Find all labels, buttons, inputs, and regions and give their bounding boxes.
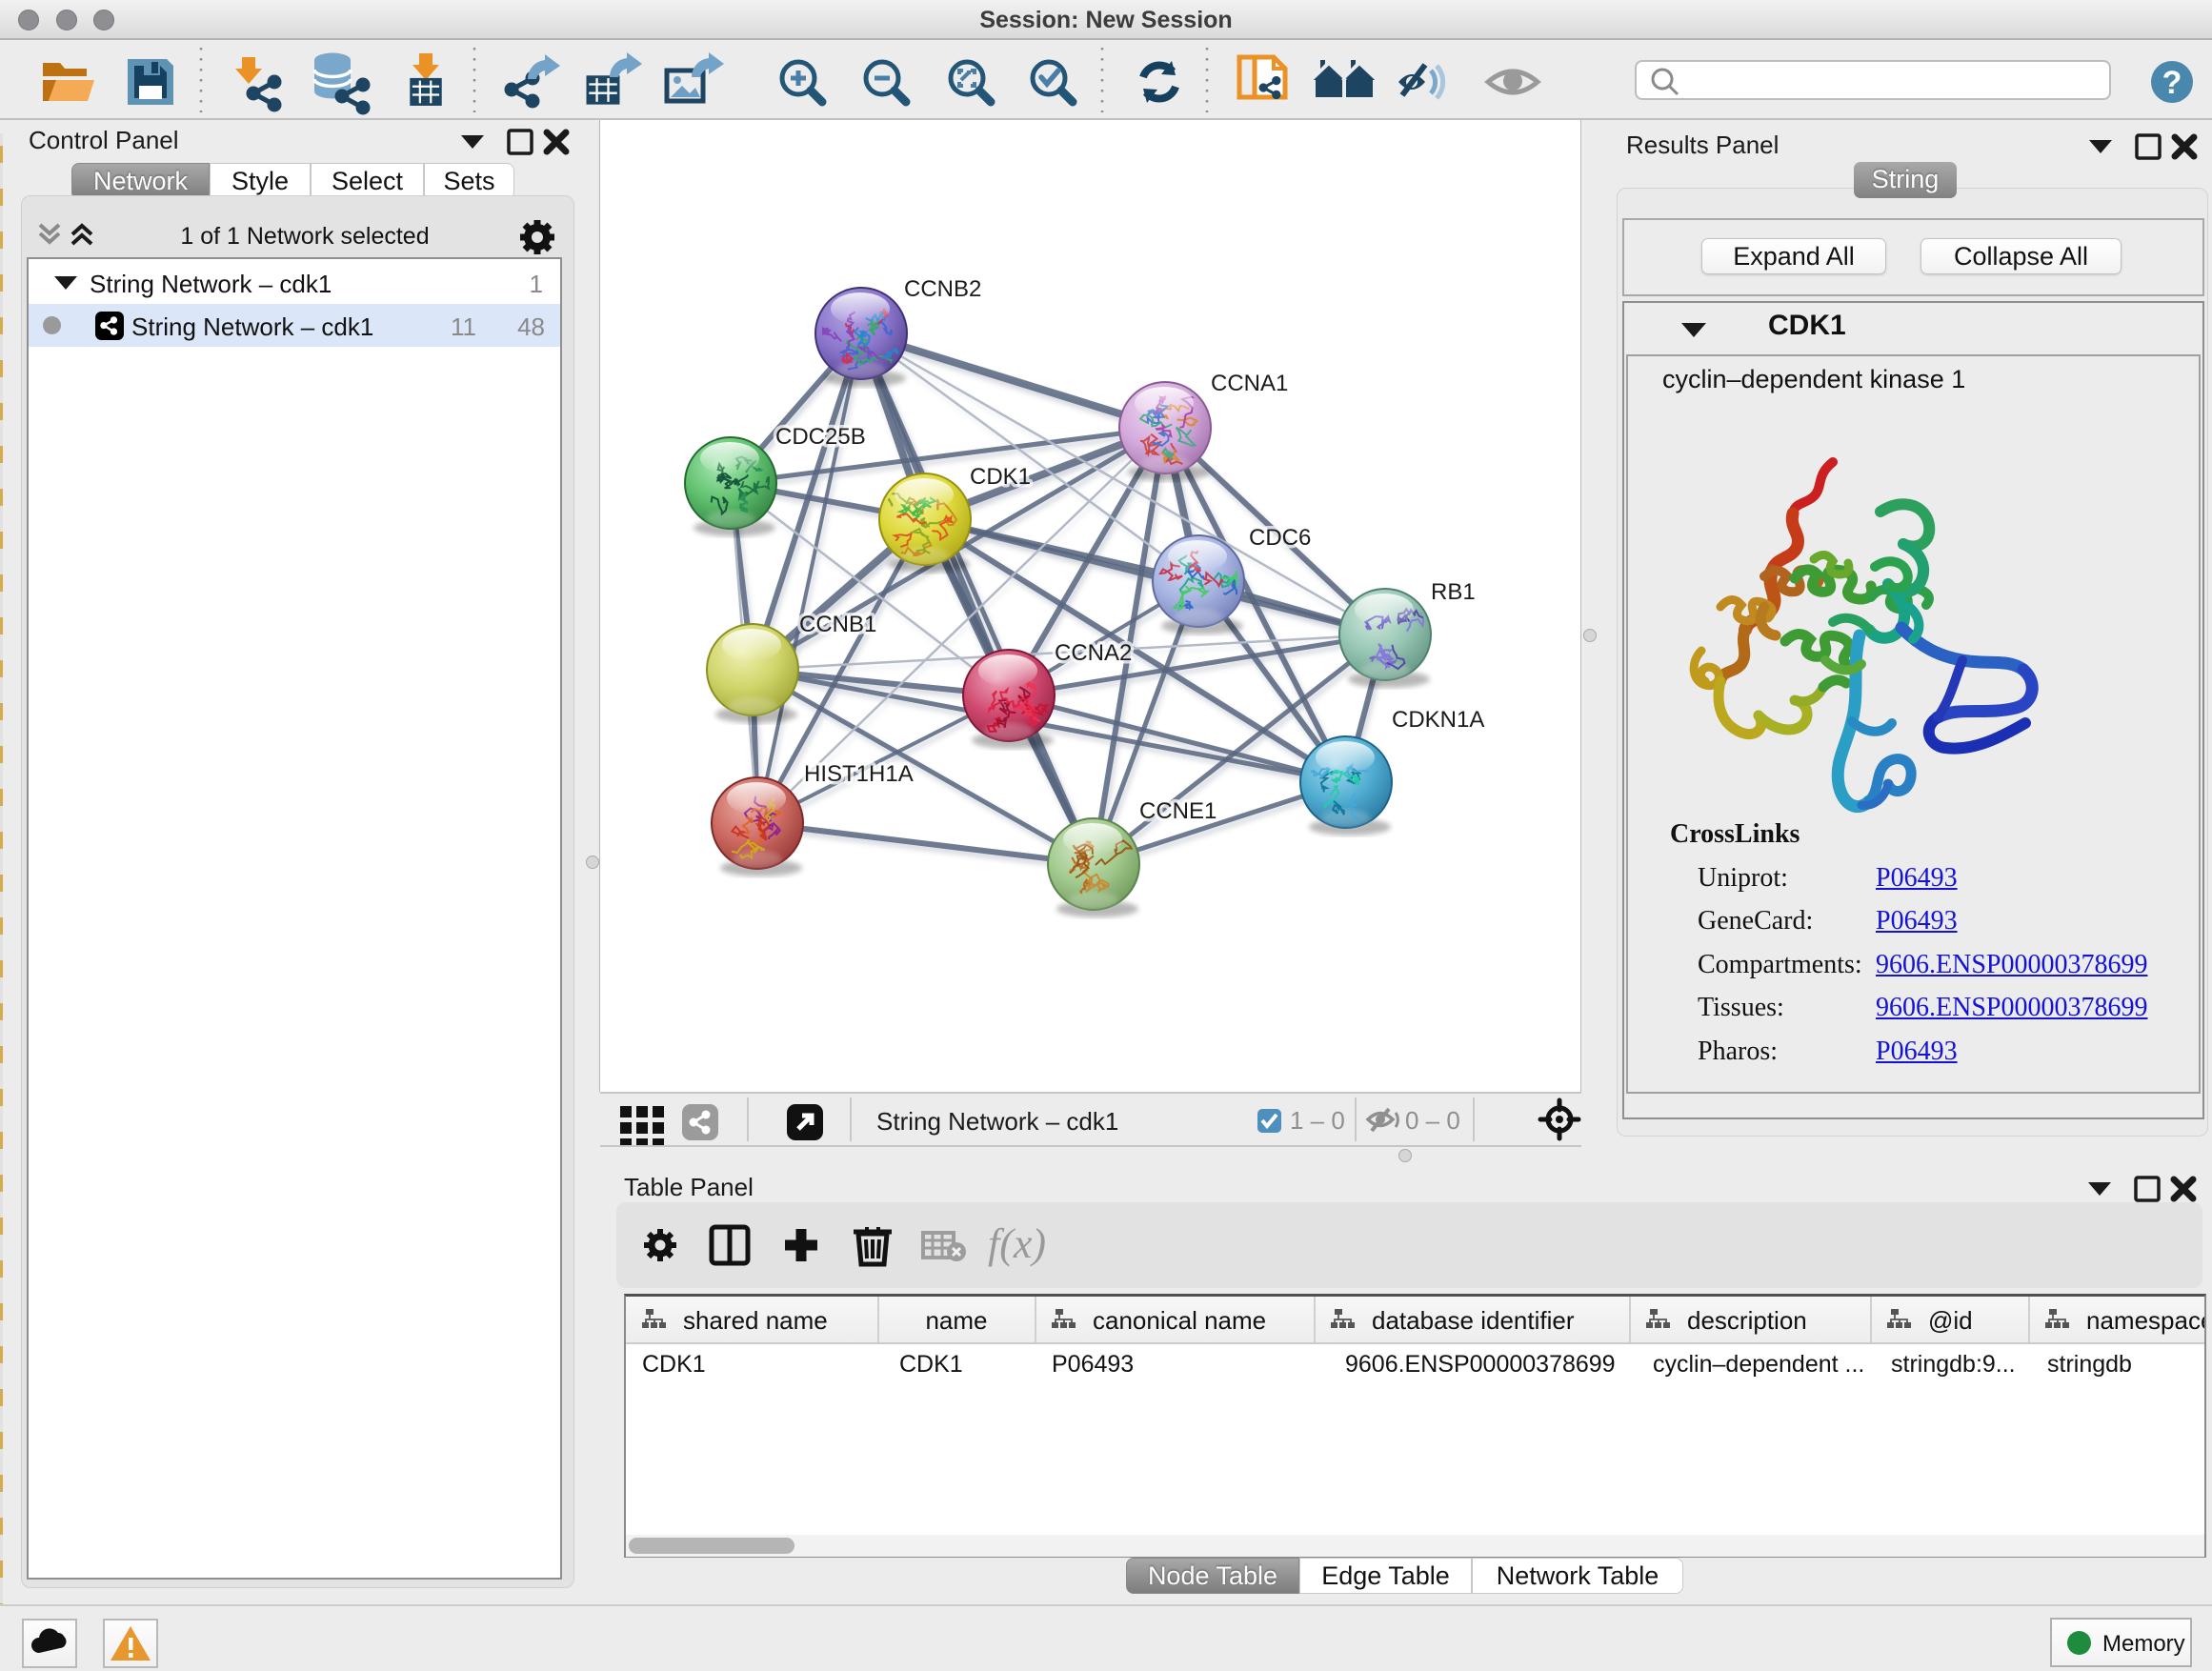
svg-text:CCNE1: CCNE1 [1139,798,1217,824]
svg-text:CCNB2: CCNB2 [904,276,981,302]
svg-text:canonical name: canonical name [1093,1306,1266,1335]
svg-text:database identifier: database identifier [1372,1306,1575,1335]
svg-text:shared name: shared name [683,1306,828,1335]
svg-text:RB1: RB1 [1431,579,1476,605]
svg-text:@id: @id [1928,1306,1973,1335]
svg-text:String Network – cdk1: String Network – cdk1 [876,1107,1118,1136]
svg-text:description: description [1687,1306,1807,1335]
svg-text:CDC6: CDC6 [1249,525,1311,551]
svg-text:CCNA2: CCNA2 [1055,640,1132,666]
svg-text:?: ? [2162,65,2182,101]
svg-text:CCNB1: CCNB1 [799,612,876,637]
svg-text:0 – 0: 0 – 0 [1405,1106,1460,1135]
svg-text:CDKN1A: CDKN1A [1392,707,1484,733]
svg-text:name: name [925,1306,987,1335]
svg-text:f(x): f(x) [988,1220,1046,1267]
svg-text:CCNA1: CCNA1 [1211,371,1288,396]
svg-text:1 of 1 Network selected: 1 of 1 Network selected [180,223,429,250]
svg-text:HIST1H1A: HIST1H1A [804,761,914,787]
svg-text:namespace: namespace [2086,1306,2204,1335]
svg-text:1 – 0: 1 – 0 [1290,1106,1345,1135]
svg-text:CDK1: CDK1 [970,464,1031,490]
svg-text:CDC25B: CDC25B [775,424,866,450]
